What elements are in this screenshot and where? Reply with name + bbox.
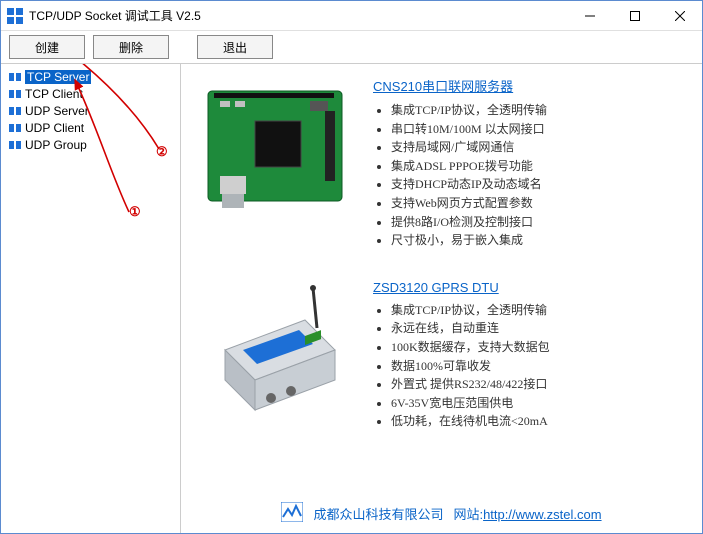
feature-item: 提供8路I/O检测及控制接口: [391, 213, 688, 232]
socket-icon: [9, 72, 21, 82]
socket-icon: [9, 140, 21, 150]
socket-icon: [9, 106, 21, 116]
tree-item-tcp-client[interactable]: TCP Client: [1, 85, 180, 102]
tree-item-label: TCP Server: [25, 70, 91, 84]
toolbar: 创建 删除 退出: [1, 31, 702, 64]
delete-button[interactable]: 删除: [93, 35, 169, 59]
footer-company: 成都众山科技有限公司: [313, 504, 443, 523]
footer: 成都众山科技有限公司 网站:http://www.zstel.com: [181, 502, 702, 525]
exit-button[interactable]: 退出: [197, 35, 273, 59]
product-block: CNS210串口联网服务器 集成TCP/IP协议，全透明传输串口转10M/100…: [195, 76, 688, 250]
app-icon: [7, 8, 23, 24]
tree-item-label: TCP Client: [25, 87, 83, 101]
feature-item: 支持Web网页方式配置参数: [391, 194, 688, 213]
sidebar: TCP Server TCP Client UDP Server UDP Client…: [1, 64, 181, 533]
window-title: TCP/UDP Socket 调试工具 V2.5: [29, 7, 567, 24]
feature-item: 数据100%可靠收发: [391, 357, 688, 376]
close-button[interactable]: [657, 1, 702, 31]
product-image-board: [195, 76, 355, 226]
feature-item: 尺寸极小，易于嵌入集成: [391, 231, 688, 250]
feature-item: 外置式 提供RS232/48/422接口: [391, 375, 688, 394]
tree-item-label: UDP Group: [25, 138, 87, 152]
feature-item: 集成ADSL PPPOE拨号功能: [391, 157, 688, 176]
tree-item-tcp-server[interactable]: TCP Server: [1, 68, 180, 85]
product-feature-list: 集成TCP/IP协议，全透明传输串口转10M/100M 以太网接口支持局域网/广…: [373, 101, 688, 250]
window-controls: [567, 1, 702, 31]
product-title-link[interactable]: CNS210串口联网服务器: [373, 76, 688, 95]
footer-site-link[interactable]: http://www.zstel.com: [483, 507, 601, 522]
tree-item-udp-server[interactable]: UDP Server: [1, 102, 180, 119]
product-feature-list: 集成TCP/IP协议，全透明传输永远在线，自动重连100K数据缓存，支持大数据包…: [373, 301, 688, 431]
create-button[interactable]: 创建: [9, 35, 85, 59]
socket-icon: [9, 89, 21, 99]
feature-item: 支持局域网/广域网通信: [391, 138, 688, 157]
footer-site: 网站:http://www.zstel.com: [453, 504, 601, 523]
feature-item: 集成TCP/IP协议，全透明传输: [391, 101, 688, 120]
feature-item: 永远在线，自动重连: [391, 319, 688, 338]
feature-item: 集成TCP/IP协议，全透明传输: [391, 301, 688, 320]
product-image-dtu: [195, 280, 355, 430]
titlebar: TCP/UDP Socket 调试工具 V2.5: [1, 1, 702, 31]
tree-item-udp-client[interactable]: UDP Client: [1, 119, 180, 136]
feature-item: 6V-35V宽电压范围供电: [391, 394, 688, 413]
product-title-link[interactable]: ZSD3120 GPRS DTU: [373, 280, 688, 295]
socket-icon: [9, 123, 21, 133]
product-block: ZSD3120 GPRS DTU 集成TCP/IP协议，全透明传输永远在线，自动…: [195, 280, 688, 431]
feature-item: 串口转10M/100M 以太网接口: [391, 120, 688, 139]
footer-logo-icon: [281, 502, 303, 525]
feature-item: 100K数据缓存，支持大数据包: [391, 338, 688, 357]
minimize-button[interactable]: [567, 1, 612, 31]
annotation-marker-1: ①: [129, 204, 141, 220]
maximize-button[interactable]: [612, 1, 657, 31]
tree-item-label: UDP Server: [25, 104, 89, 118]
feature-item: 支持DHCP动态IP及动态域名: [391, 175, 688, 194]
content-pane: CNS210串口联网服务器 集成TCP/IP协议，全透明传输串口转10M/100…: [181, 64, 702, 533]
tree-item-label: UDP Client: [25, 121, 84, 135]
feature-item: 低功耗，在线待机电流<20mA: [391, 412, 688, 431]
tree-item-udp-group[interactable]: UDP Group: [1, 136, 180, 153]
